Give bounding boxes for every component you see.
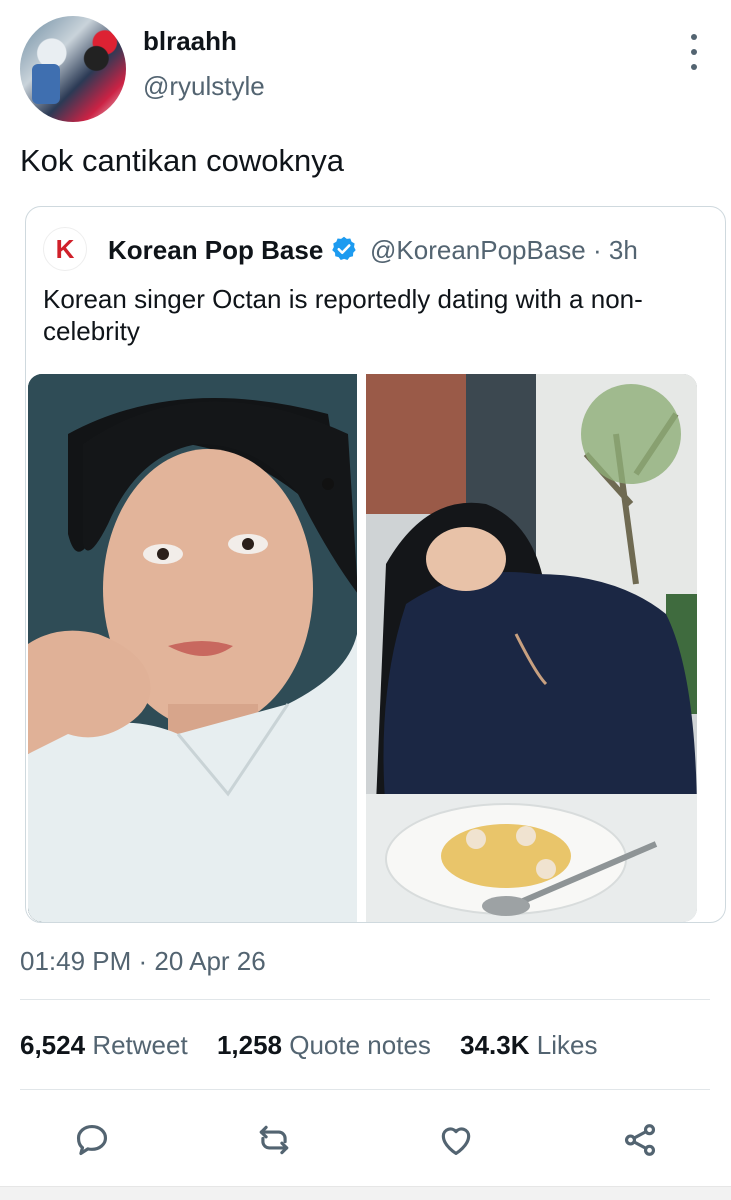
divider <box>20 1089 710 1090</box>
photo-left[interactable] <box>28 374 357 922</box>
quoted-media <box>26 374 725 922</box>
photo-right[interactable] <box>366 374 697 922</box>
quoted-tweet[interactable]: K Korean Pop Base @KoreanPopBase · 3h Ko… <box>25 206 726 923</box>
tweet-header: blraahh @ryulstyle <box>20 16 710 122</box>
like-icon[interactable] <box>434 1118 478 1162</box>
user-handle[interactable]: @ryulstyle <box>143 71 265 102</box>
verified-badge-icon <box>332 236 356 260</box>
quote-stat[interactable]: 1,258 Quote notes <box>217 1030 431 1060</box>
tweet-timestamp[interactable]: 01:49 PM · 20 Apr 26 <box>20 946 266 977</box>
likes-stat[interactable]: 34.3K Likes <box>460 1030 597 1060</box>
tweet-actions <box>20 1110 710 1170</box>
tweet-text: Kok cantikan cowoknya <box>20 143 344 178</box>
quote-label: Quote notes <box>289 1030 431 1060</box>
bottom-bar <box>0 1186 731 1200</box>
retweet-icon[interactable] <box>252 1118 296 1162</box>
retweet-label: Retweet <box>92 1030 188 1060</box>
share-icon[interactable] <box>618 1118 662 1162</box>
likes-count: 34.3K <box>460 1030 530 1060</box>
retweet-count: 6,524 <box>20 1030 86 1060</box>
avatar[interactable] <box>20 16 126 122</box>
display-name[interactable]: blraahh <box>143 26 237 57</box>
quoted-handle-time: @KoreanPopBase · 3h <box>370 235 638 265</box>
retweet-stat[interactable]: 6,524 Retweet <box>20 1030 188 1060</box>
quoted-display-name[interactable]: Korean Pop Base <box>108 235 323 266</box>
likes-label: Likes <box>536 1030 598 1060</box>
quote-count: 1,258 <box>216 1030 283 1060</box>
more-options-icon[interactable] <box>684 34 704 70</box>
quoted-avatar[interactable]: K <box>43 227 87 271</box>
quoted-text: Korean singer Octan is reportedly dating… <box>43 284 643 346</box>
tweet-stats: 6,524 Retweet 1,258 Quote notes 34.3K Li… <box>20 1030 619 1061</box>
divider <box>20 999 710 1000</box>
reply-icon[interactable] <box>70 1118 114 1162</box>
